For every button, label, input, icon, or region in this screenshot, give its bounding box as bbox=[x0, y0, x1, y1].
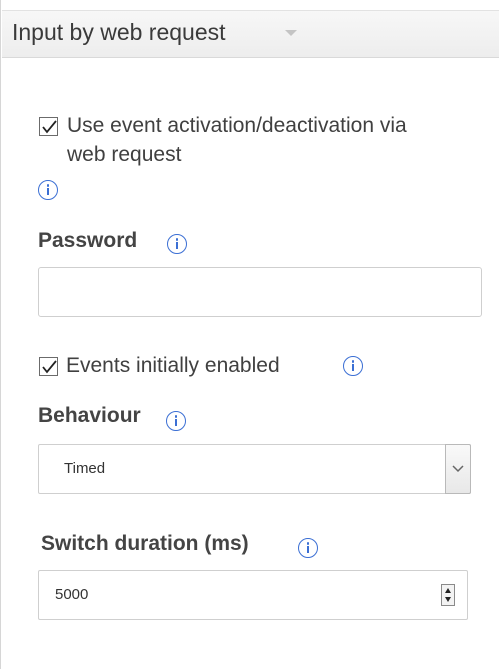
use-event-activation-label-line2: web request bbox=[67, 143, 182, 166]
web-request-input-panel: Input by web request Use event activatio… bbox=[0, 0, 499, 669]
spinner-arrows-icon[interactable] bbox=[441, 584, 455, 606]
chevron-down-icon[interactable] bbox=[285, 30, 297, 36]
spinner-up-icon[interactable] bbox=[445, 588, 451, 593]
info-icon[interactable] bbox=[343, 356, 363, 376]
behaviour-selected-value: Timed bbox=[64, 460, 106, 477]
events-initially-enabled-label: Events initially enabled bbox=[66, 354, 280, 377]
panel-header[interactable]: Input by web request bbox=[2, 10, 499, 58]
use-event-activation-label-line1: Use event activation/deactivation via bbox=[67, 114, 407, 137]
use-event-activation-checkbox[interactable] bbox=[39, 117, 58, 136]
switch-duration-input[interactable]: 5000 bbox=[38, 570, 468, 620]
events-initially-enabled-checkbox[interactable] bbox=[39, 357, 58, 376]
chevron-down-icon bbox=[452, 465, 464, 473]
password-label: Password bbox=[38, 229, 138, 252]
info-icon[interactable] bbox=[298, 538, 318, 558]
checkmark-icon bbox=[42, 120, 57, 134]
behaviour-label: Behaviour bbox=[38, 404, 141, 427]
dropdown-button[interactable] bbox=[445, 444, 471, 494]
panel-title: Input by web request bbox=[12, 19, 226, 45]
info-icon[interactable] bbox=[167, 234, 187, 254]
password-input[interactable] bbox=[38, 267, 482, 317]
spinner-down-icon[interactable] bbox=[445, 597, 451, 602]
behaviour-select[interactable]: Timed bbox=[38, 444, 471, 494]
info-icon[interactable] bbox=[166, 411, 186, 431]
switch-duration-label: Switch duration (ms) bbox=[41, 532, 249, 555]
checkmark-icon bbox=[42, 360, 57, 374]
switch-duration-value: 5000 bbox=[55, 586, 89, 603]
info-icon[interactable] bbox=[38, 180, 58, 200]
